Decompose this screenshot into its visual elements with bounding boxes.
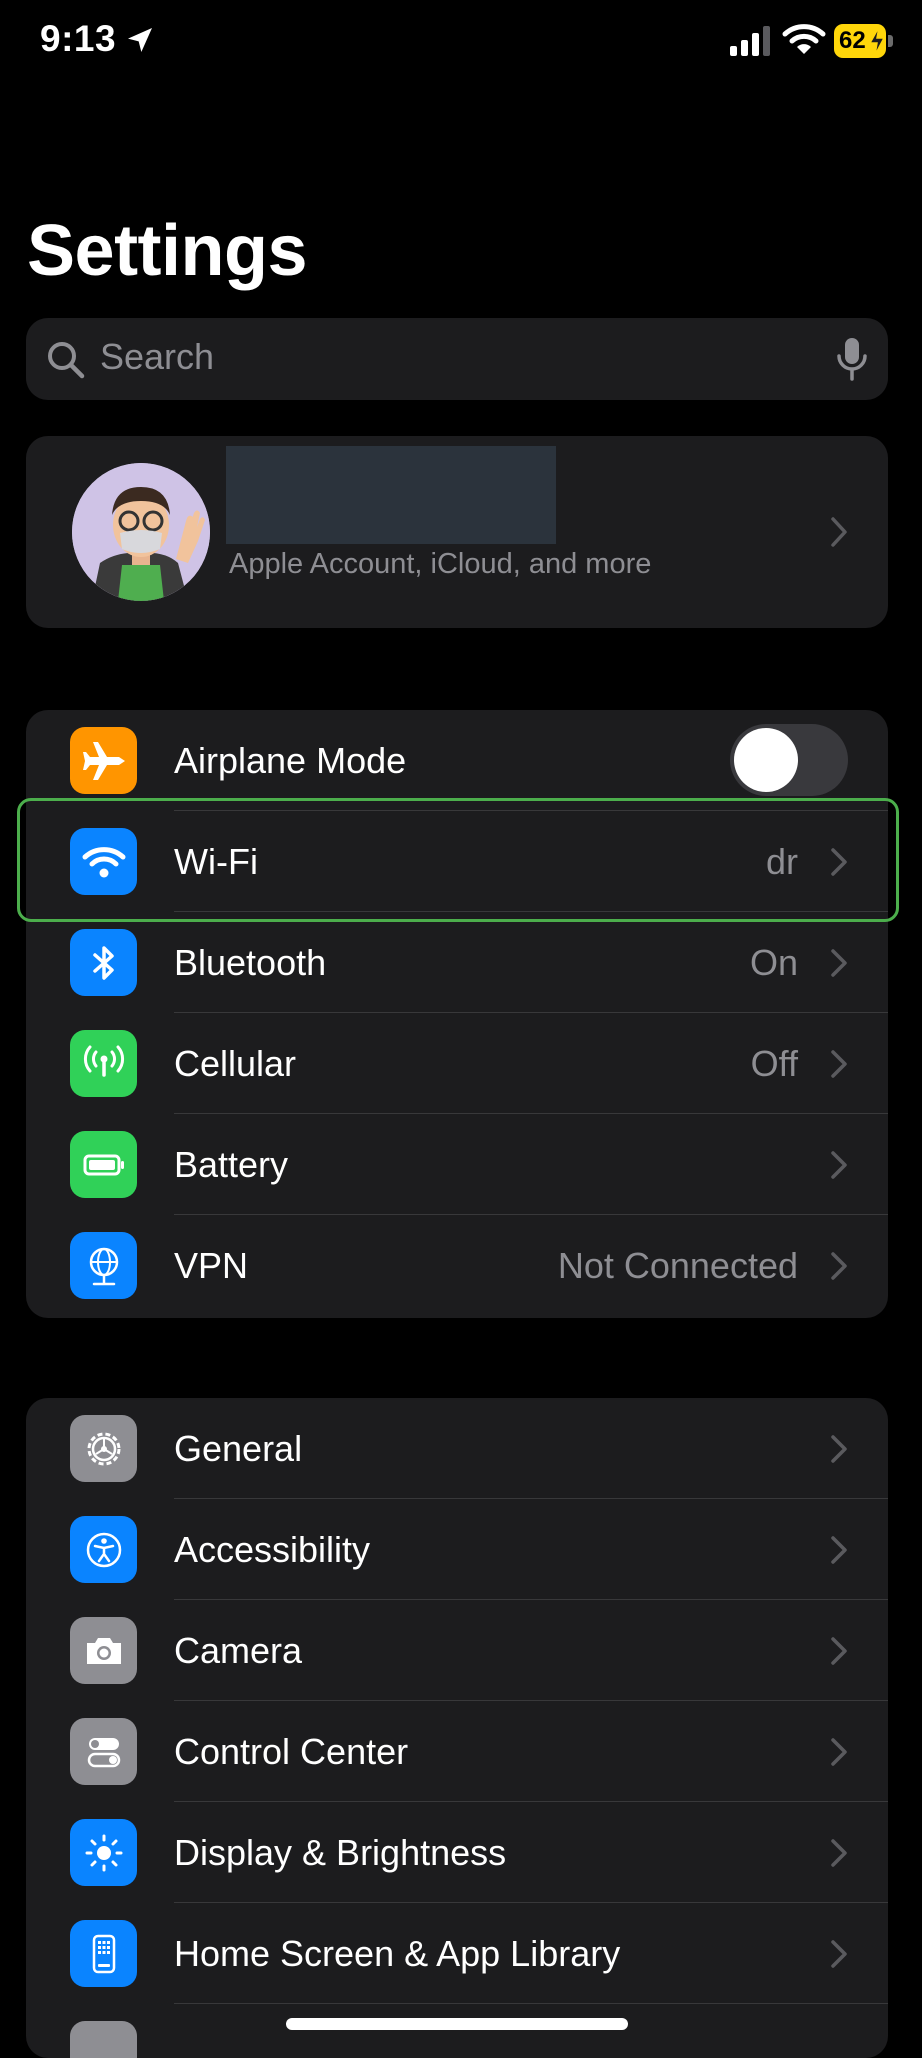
home-screen-icon — [70, 1920, 137, 1987]
page-title: Settings — [27, 211, 308, 291]
search-icon — [48, 342, 85, 379]
chevron-right-icon — [831, 1940, 847, 1968]
cellular-row[interactable]: Cellular Off — [26, 1013, 888, 1114]
vpn-label: VPN — [174, 1245, 249, 1286]
cellular-label: Cellular — [174, 1043, 297, 1084]
chevron-right-icon — [831, 1536, 847, 1564]
cellular-signal-icon — [730, 26, 770, 56]
general-settings-group: General Accessibility Camera Control Cen… — [26, 1398, 888, 2058]
toggle-knob — [734, 728, 798, 792]
battery-nub — [888, 35, 893, 47]
airplane-mode-label: Airplane Mode — [174, 740, 407, 781]
bluetooth-value: On — [749, 942, 798, 983]
location-arrow-icon — [128, 28, 152, 52]
general-row[interactable]: General — [26, 1398, 888, 1499]
airplane-mode-row[interactable]: Airplane Mode — [26, 710, 888, 811]
accessibility-label: Accessibility — [174, 1529, 371, 1570]
accessibility-row[interactable]: Accessibility — [26, 1499, 888, 1600]
battery-row[interactable]: Battery — [26, 1114, 888, 1215]
chevron-right-icon — [831, 1435, 847, 1463]
memoji-avatar-icon — [72, 463, 210, 601]
camera-row[interactable]: Camera — [26, 1600, 888, 1701]
chevron-right-icon — [831, 1151, 847, 1179]
account-subtitle: Apple Account, iCloud, and more — [229, 548, 652, 580]
sun-icon — [70, 1819, 137, 1886]
chevron-right-icon — [831, 517, 847, 547]
home-screen-row[interactable]: Home Screen & App Library — [26, 1903, 888, 2004]
vpn-globe-icon — [70, 1232, 137, 1299]
cellular-icon — [70, 1030, 137, 1097]
battery-status: 62 — [834, 24, 894, 58]
partial-row[interactable] — [26, 2004, 888, 2058]
bluetooth-row[interactable]: Bluetooth On — [26, 912, 888, 1013]
bluetooth-label: Bluetooth — [174, 942, 327, 983]
home-indicator — [286, 2018, 628, 2030]
account-name-redacted — [226, 446, 556, 544]
partial-icon — [70, 2021, 137, 2058]
search-bar[interactable]: Search — [26, 318, 888, 400]
vpn-row[interactable]: VPN Not Connected — [26, 1215, 888, 1316]
chevron-right-icon — [831, 1738, 847, 1766]
bluetooth-icon — [70, 929, 137, 996]
microphone-icon[interactable] — [834, 336, 870, 382]
battery-icon — [70, 1131, 137, 1198]
chevron-right-icon — [831, 1637, 847, 1665]
accessibility-icon — [70, 1516, 137, 1583]
camera-label: Camera — [174, 1630, 303, 1671]
status-bar: 9:13 62 — [0, 0, 922, 90]
battery-label: Battery — [174, 1144, 289, 1185]
charging-bolt-icon — [868, 26, 886, 56]
control-center-icon — [70, 1718, 137, 1785]
search-input[interactable]: Search — [100, 336, 214, 378]
cellular-value: Off — [750, 1043, 798, 1084]
avatar — [72, 463, 210, 601]
display-brightness-label: Display & Brightness — [174, 1832, 507, 1873]
airplane-icon — [70, 727, 137, 794]
control-center-label: Control Center — [174, 1731, 409, 1772]
control-center-row[interactable]: Control Center — [26, 1701, 888, 1802]
apple-account-card[interactable]: Apple Account, iCloud, and more — [26, 436, 888, 628]
airplane-mode-toggle[interactable] — [730, 724, 848, 796]
vpn-value: Not Connected — [557, 1245, 798, 1286]
general-label: General — [174, 1428, 303, 1469]
wifi-status-icon — [782, 24, 826, 54]
status-time: 9:13 — [40, 18, 117, 59]
home-screen-label: Home Screen & App Library — [174, 1933, 621, 1974]
gear-icon — [70, 1415, 137, 1482]
chevron-right-icon — [831, 1050, 847, 1078]
chevron-right-icon — [831, 1252, 847, 1280]
wifi-highlight-box — [17, 798, 899, 922]
display-brightness-row[interactable]: Display & Brightness — [26, 1802, 888, 1903]
chevron-right-icon — [831, 1839, 847, 1867]
chevron-right-icon — [831, 949, 847, 977]
camera-icon — [70, 1617, 137, 1684]
